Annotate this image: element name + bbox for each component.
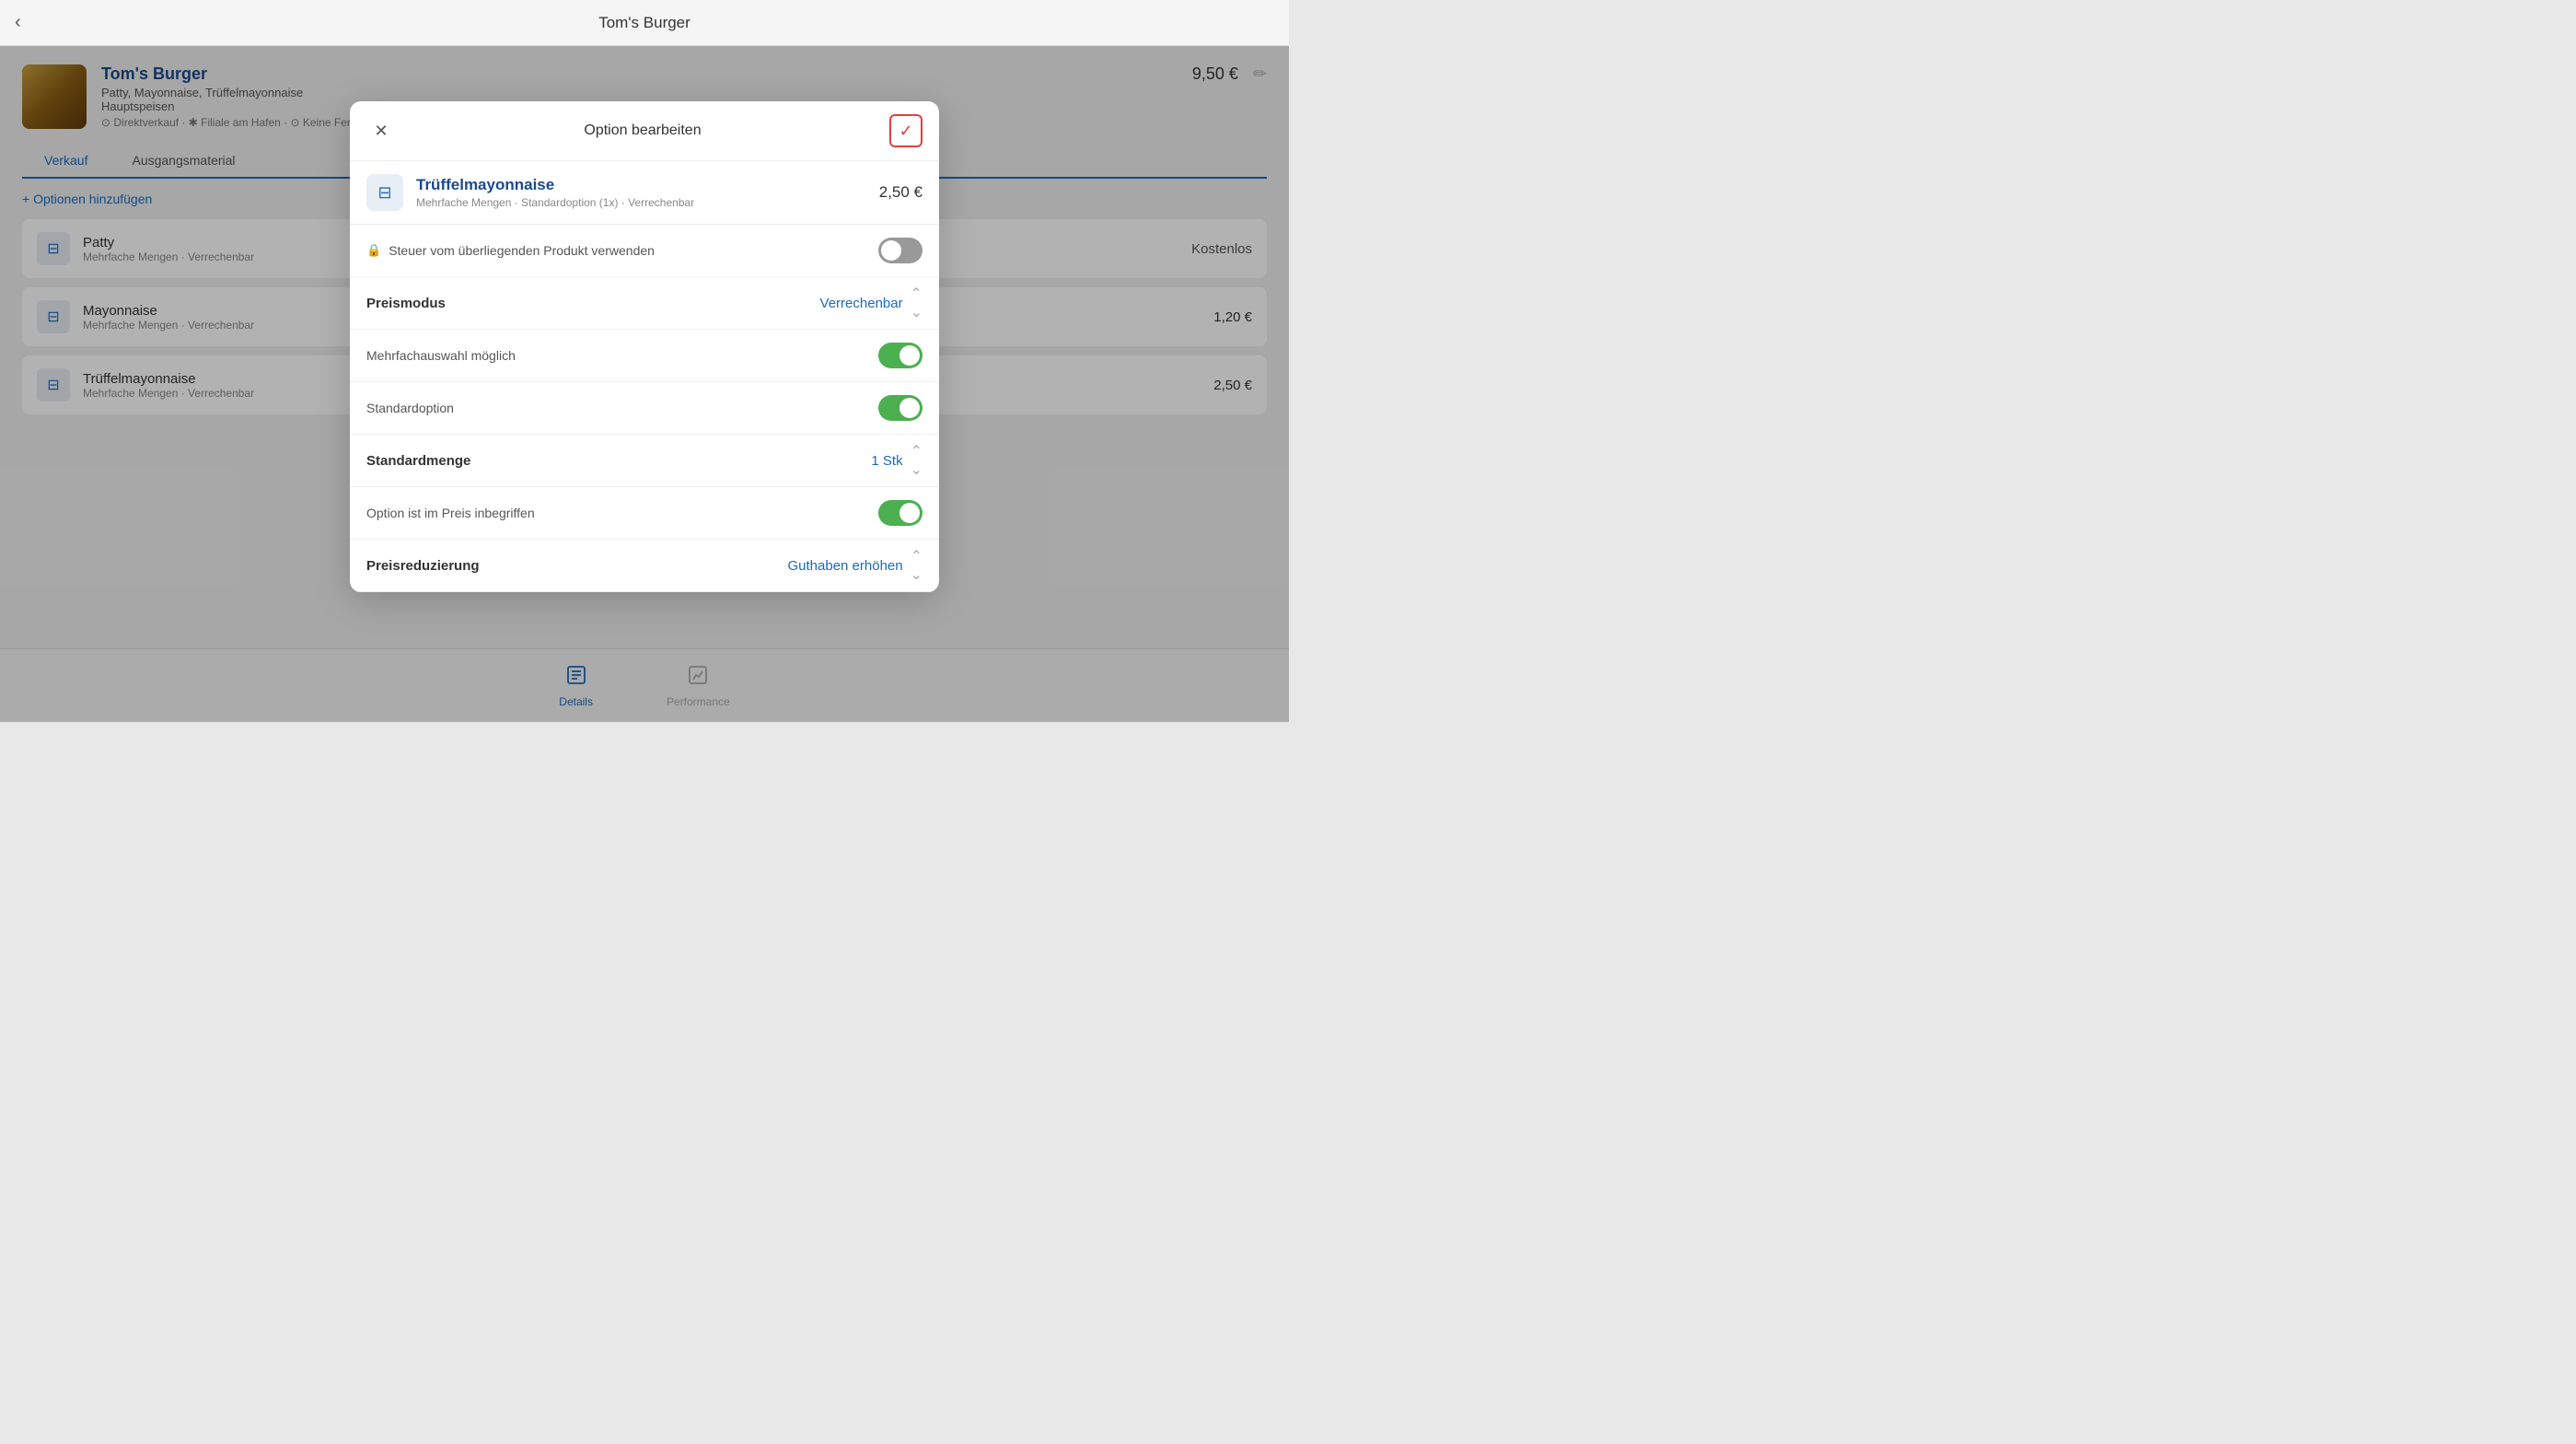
modal-row-standardmenge: Standardmenge 1 Stk ⌃ ⌄	[350, 435, 939, 487]
steuer-toggle-thumb	[881, 240, 901, 261]
modal-row-mehrfachauswahl: Mehrfachauswahl möglich ✓	[350, 330, 939, 382]
modal-option-icon: ⊟	[366, 174, 403, 211]
modal-row-preismodus: Preismodus Verrechenbar ⌃ ⌄	[350, 277, 939, 330]
page-title: Tom's Burger	[598, 14, 690, 32]
standardmenge-label: Standardmenge	[366, 453, 871, 469]
mehrfachauswahl-label: Mehrfachauswahl möglich	[366, 348, 878, 363]
preisreduzierung-control: Guthaben erhöhen ⌃ ⌄	[787, 553, 922, 578]
modal-header: ✕ Option bearbeiten ✓	[350, 101, 939, 161]
modal-confirm-button[interactable]: ✓	[889, 114, 922, 147]
preismodus-spinner[interactable]: ⌃ ⌄	[911, 290, 922, 316]
mehrfachauswahl-toggle[interactable]: ✓	[878, 343, 922, 368]
modal-option-name: Trüffelmayonnaise	[416, 176, 866, 194]
standardmenge-control: 1 Stk ⌃ ⌄	[871, 448, 922, 473]
modal-body: 🔒 Steuer vom überliegenden Produkt verwe…	[350, 225, 939, 592]
preis-inbegriffen-toggle[interactable]: ✓	[878, 500, 922, 526]
standardmenge-spinner[interactable]: ⌃ ⌄	[911, 448, 922, 473]
option-edit-modal: ✕ Option bearbeiten ✓ ⊟ Trüffelmayonnais…	[350, 101, 939, 592]
preisreduzierung-spinner[interactable]: ⌃ ⌄	[911, 553, 922, 578]
modal-row-preisreduzierung: Preisreduzierung Guthaben erhöhen ⌃ ⌄	[350, 540, 939, 592]
standardmenge-value: 1 Stk	[871, 453, 902, 469]
modal-option-header: ⊟ Trüffelmayonnaise Mehrfache Mengen · S…	[350, 161, 939, 225]
steuer-toggle[interactable]	[878, 238, 922, 263]
modal-row-standardoption: Standardoption ✓	[350, 382, 939, 435]
modal-row-preis-inbegriffen: Option ist im Preis inbegriffen ✓	[350, 487, 939, 540]
modal-option-price: 2,50 €	[879, 183, 922, 202]
modal-overlay: ✕ Option bearbeiten ✓ ⊟ Trüffelmayonnais…	[0, 46, 1289, 722]
modal-option-info: Trüffelmayonnaise Mehrfache Mengen · Sta…	[416, 176, 866, 209]
preisreduzierung-value: Guthaben erhöhen	[787, 558, 902, 574]
lock-icon: 🔒	[366, 243, 381, 258]
mehrfachauswahl-toggle-track[interactable]: ✓	[878, 343, 922, 368]
preis-inbegriffen-toggle-track[interactable]: ✓	[878, 500, 922, 526]
steuer-label: 🔒 Steuer vom überliegenden Produkt verwe…	[366, 243, 878, 258]
main-content: Tom's Burger Patty, Mayonnaise, Trüffelm…	[0, 46, 1289, 722]
modal-row-steuer: 🔒 Steuer vom überliegenden Produkt verwe…	[350, 225, 939, 277]
preismodus-value: Verrechenbar	[820, 296, 903, 311]
top-bar: ‹ Tom's Burger	[0, 0, 1289, 46]
preismodus-label: Preismodus	[366, 296, 820, 311]
preismodus-control: Verrechenbar ⌃ ⌄	[820, 290, 922, 316]
standardoption-toggle-track[interactable]: ✓	[878, 395, 922, 421]
preis-inbegriffen-label: Option ist im Preis inbegriffen	[366, 506, 878, 520]
back-button[interactable]: ‹	[15, 12, 21, 33]
modal-close-button[interactable]: ✕	[366, 116, 396, 146]
standardoption-label: Standardoption	[366, 401, 878, 415]
preisreduzierung-label: Preisreduzierung	[366, 558, 787, 574]
steuer-toggle-track[interactable]	[878, 238, 922, 263]
modal-title: Option bearbeiten	[584, 122, 701, 139]
modal-option-sub: Mehrfache Mengen · Standardoption (1x) ·…	[416, 196, 866, 209]
standardoption-toggle[interactable]: ✓	[878, 395, 922, 421]
